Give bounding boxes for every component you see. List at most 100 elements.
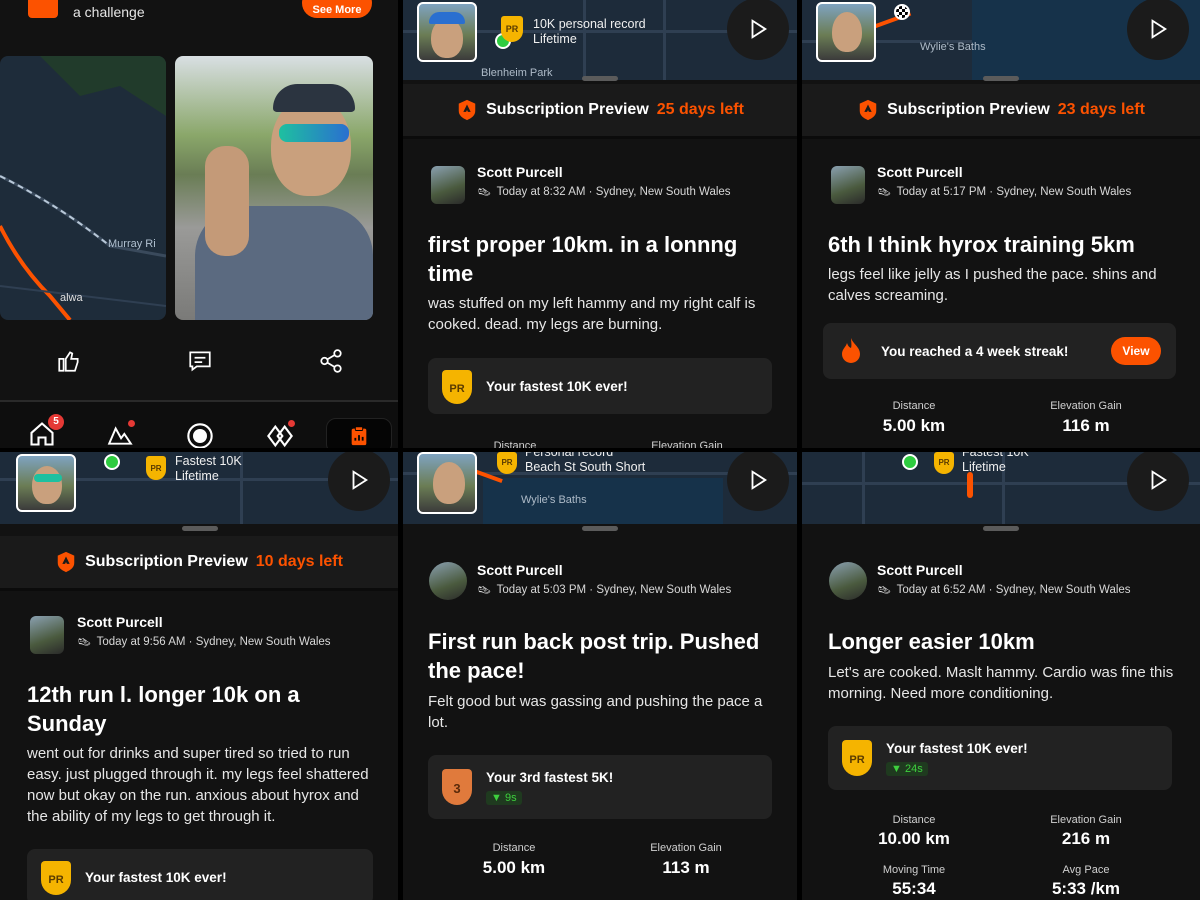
subscription-preview-banner[interactable]: Subscription Preview 23 days left xyxy=(802,84,1200,139)
activity-title[interactable]: 12th run l. longer 10k on a Sunday xyxy=(27,680,357,738)
comment-icon xyxy=(189,351,211,372)
clipboard-icon xyxy=(351,426,367,446)
stat-distance-value: 10.00 km xyxy=(878,829,950,848)
achievement-card[interactable]: PR Your fastest 10K ever! xyxy=(428,358,772,414)
stat-elevation-label: Elevation Gain xyxy=(1050,400,1122,412)
achievement-text: Your 3rd fastest 5K! xyxy=(486,770,614,785)
activity-title[interactable]: First run back post trip. Pushed the pac… xyxy=(428,627,778,685)
bronze-medal-icon: 3 xyxy=(442,769,472,805)
pr-medal-icon: PR xyxy=(146,456,166,480)
avatar[interactable] xyxy=(431,166,465,204)
activity-meta: 👟︎ Today at 5:03 PM · Sydney, New South W… xyxy=(477,584,732,597)
activity-meta: 👟︎ Today at 9:56 AM · Sydney, New South W… xyxy=(77,636,331,649)
activity-photo[interactable] xyxy=(175,56,373,320)
play-flyover-button[interactable] xyxy=(328,452,390,511)
stat-elevation-label: Elevation Gain xyxy=(1050,814,1122,826)
activity-title[interactable]: first proper 10km. in a lonnng time xyxy=(428,230,768,288)
streak-card[interactable]: You reached a 4 week streak! View xyxy=(823,323,1176,379)
route-start-marker xyxy=(104,454,120,470)
shoe-icon: 👟︎ xyxy=(877,187,892,199)
subscription-label: Subscription Preview xyxy=(85,553,248,570)
achievement-card[interactable]: 3 Your 3rd fastest 5K! ▼ 9s xyxy=(428,755,772,819)
subscription-preview-banner[interactable]: Subscription Preview 10 days left xyxy=(0,536,398,591)
play-flyover-button[interactable] xyxy=(727,452,789,511)
avatar[interactable] xyxy=(829,562,867,600)
person-cap xyxy=(273,84,355,112)
avatar[interactable] xyxy=(30,616,64,654)
activity-map-thumbnail[interactable]: Murray Ri alwa xyxy=(0,56,166,320)
activity-title[interactable]: Longer easier 10km xyxy=(828,627,1178,656)
panel-activity-photos: a challenge See More Murray Ri alwa 5 xyxy=(0,0,398,448)
play-flyover-button[interactable] xyxy=(1127,0,1189,60)
nav-record[interactable] xyxy=(186,422,214,448)
nav-groups[interactable] xyxy=(266,420,295,448)
drag-handle[interactable] xyxy=(983,76,1019,81)
share-button[interactable] xyxy=(318,348,344,379)
activity-description: went out for drinks and super tired so t… xyxy=(27,745,369,825)
route-photo-thumbnail[interactable] xyxy=(16,454,76,512)
thumbs-up-icon xyxy=(58,351,79,372)
route-map-header[interactable]: Wylie's Baths xyxy=(802,0,1200,80)
stat-distance-label: Distance xyxy=(892,400,936,412)
kudos-button[interactable] xyxy=(56,348,82,379)
nav-you[interactable] xyxy=(326,418,392,448)
time-improvement-chip: ▼ 9s xyxy=(486,791,522,805)
activity-meta: 👟︎ Today at 6:52 AM · Sydney, New South W… xyxy=(877,584,1131,597)
pr-medal-icon: PR xyxy=(842,740,872,776)
comment-button[interactable] xyxy=(187,348,213,379)
avatar[interactable] xyxy=(831,166,865,204)
athlete-name[interactable]: Scott Purcell xyxy=(877,164,963,180)
play-icon xyxy=(1151,19,1168,39)
days-left: 25 days left xyxy=(656,101,744,118)
play-flyover-button[interactable] xyxy=(727,0,789,60)
drag-handle[interactable] xyxy=(582,76,618,81)
nav-dot xyxy=(288,420,295,427)
achievement-text: Your fastest 10K ever! xyxy=(886,741,1028,756)
achievement-card[interactable]: PR Your fastest 10K ever! ▼ 24s xyxy=(828,726,1172,790)
streak-text: You reached a 4 week streak! xyxy=(881,344,1069,359)
finish-flag-icon xyxy=(894,4,910,20)
notification-badge: 5 xyxy=(48,414,64,430)
stat-distance-label: Distance xyxy=(493,440,537,448)
play-icon xyxy=(751,19,768,39)
stat-distance-value: 5.00 km xyxy=(482,858,546,877)
nav-home[interactable]: 5 xyxy=(28,414,64,448)
athlete-name[interactable]: Scott Purcell xyxy=(477,562,563,578)
drag-handle[interactable] xyxy=(582,526,618,531)
route-photo-thumbnail[interactable] xyxy=(816,2,876,62)
shoe-icon: 👟︎ xyxy=(477,585,492,597)
route-map-header[interactable]: PR Fastest 10K Lifetime xyxy=(802,452,1200,524)
stat-elevation-label: Elevation Gain xyxy=(651,440,723,448)
map-road-label: Murray Ri xyxy=(108,238,156,250)
see-more-button[interactable]: See More xyxy=(302,0,372,18)
achievement-card[interactable]: PR Your fastest 10K ever! xyxy=(27,849,373,900)
play-flyover-button[interactable] xyxy=(1127,452,1189,511)
activity-title[interactable]: 6th I think hyrox training 5km xyxy=(828,230,1188,259)
athlete-name[interactable]: Scott Purcell xyxy=(77,614,163,630)
avatar[interactable] xyxy=(429,562,467,600)
subscription-preview-banner[interactable]: Subscription Preview 25 days left xyxy=(403,84,797,139)
route-map-header[interactable]: PR Fastest 10K Lifetime xyxy=(0,452,398,524)
athlete-name[interactable]: Scott Purcell xyxy=(477,164,563,180)
stat-avg-pace-value: 5:33 /km xyxy=(1051,879,1121,898)
bottom-nav-bar: 5 xyxy=(0,400,398,448)
stat-elevation-value: 116 m xyxy=(1062,416,1110,435)
stat-distance-label: Distance xyxy=(492,842,536,854)
nav-maps[interactable] xyxy=(106,420,135,448)
record-icon xyxy=(187,423,213,448)
stat-moving-time-label: Moving Time xyxy=(882,864,946,876)
route-map-header[interactable]: PR Personal record Beach St South Short W… xyxy=(403,452,797,524)
pr-medal-icon: PR xyxy=(41,861,71,895)
panel-activity-post-trip: PR Personal record Beach St South Short W… xyxy=(403,452,797,900)
route-map-header[interactable]: PR 10K personal record Lifetime Blenheim … xyxy=(403,0,797,80)
panel-activity-10-days: PR Fastest 10K Lifetime Subscription Prev… xyxy=(0,452,398,900)
route-photo-thumbnail[interactable] xyxy=(417,2,477,62)
drag-handle[interactable] xyxy=(182,526,218,531)
shoe-icon: 👟︎ xyxy=(77,637,92,649)
athlete-name[interactable]: Scott Purcell xyxy=(877,562,963,578)
drag-handle[interactable] xyxy=(983,526,1019,531)
subscription-label: Subscription Preview xyxy=(887,101,1050,118)
view-streak-button[interactable]: View xyxy=(1111,337,1161,365)
route-photo-thumbnail[interactable] xyxy=(417,452,477,514)
map-segment-label: Personal record Beach St South Short xyxy=(525,452,646,474)
